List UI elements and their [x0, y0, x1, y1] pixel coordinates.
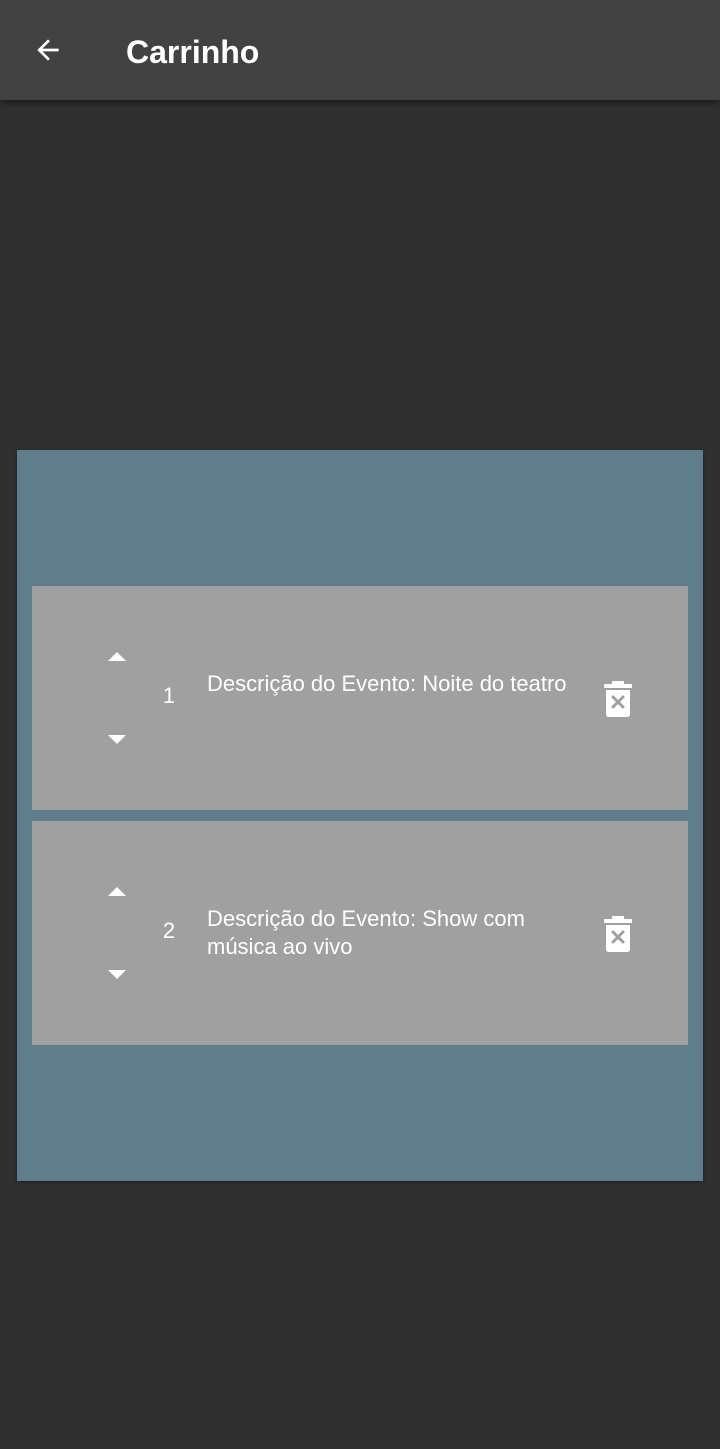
- decrease-quantity-button[interactable]: [87, 720, 147, 760]
- caret-down-icon: [108, 735, 126, 744]
- item-description: Descrição do Evento: Noite do teatro: [207, 671, 567, 696]
- caret-up-icon: [108, 887, 126, 896]
- delete-item-button[interactable]: [593, 674, 643, 724]
- item-quantity: 2: [162, 918, 176, 943]
- decrease-quantity-button[interactable]: [87, 955, 147, 995]
- cart-item-card: 1 Descrição do Evento: Noite do teatro: [32, 586, 688, 810]
- increase-quantity-button[interactable]: [87, 636, 147, 676]
- caret-down-icon: [108, 970, 126, 979]
- delete-forever-icon: [604, 681, 632, 717]
- item-quantity: 1: [162, 683, 176, 708]
- arrow-left-icon: [37, 39, 59, 61]
- back-button[interactable]: [22, 24, 74, 76]
- delete-forever-icon: [604, 916, 632, 952]
- delete-item-button[interactable]: [593, 909, 643, 959]
- caret-up-icon: [108, 652, 126, 661]
- cart-panel: 1 Descrição do Evento: Noite do teatro 2: [17, 450, 703, 1181]
- cart-item-card: 2 Descrição do Evento: Show com música a…: [32, 821, 688, 1045]
- item-description: Descrição do Evento: Show com música ao …: [207, 906, 525, 959]
- app-bar: Carrinho: [0, 0, 720, 100]
- increase-quantity-button[interactable]: [87, 871, 147, 911]
- page-title: Carrinho: [126, 34, 260, 70]
